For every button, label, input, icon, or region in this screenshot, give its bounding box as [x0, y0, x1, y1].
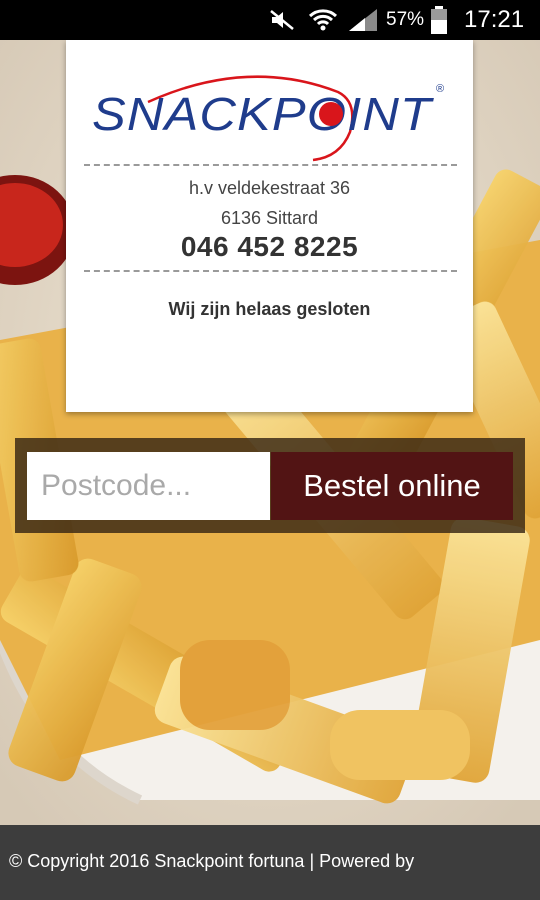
wifi-icon [308, 0, 338, 40]
divider [84, 164, 457, 166]
clock: 17:21 [464, 6, 525, 33]
status-bar: 57% 17:21 [0, 0, 540, 40]
signal-icon [347, 0, 381, 40]
receipt-card: SNACKPOINT ® h.v veldekestraat 36 6136 S… [66, 40, 473, 412]
battery-percent: 57% [386, 9, 425, 30]
mute-icon [268, 0, 298, 40]
svg-text:®: ® [436, 83, 444, 95]
postcode-input[interactable] [27, 452, 270, 520]
copyright-text: © Copyright 2016 Snackpoint fortuna | Po… [9, 851, 415, 871]
divider [84, 270, 457, 272]
address-line-1: h.v veldekestraat 36 [188, 178, 351, 198]
phone-number[interactable]: 046 452 8225 [66, 231, 473, 263]
opening-status: Wij zijn helaas gesloten [168, 299, 371, 319]
battery-icon [430, 0, 450, 40]
order-bar: Bestel online [15, 438, 525, 533]
order-online-button[interactable]: Bestel online [271, 452, 513, 520]
svg-text:SNACKPOINT: SNACKPOINT [92, 88, 434, 140]
footer: © Copyright 2016 Snackpoint fortuna | Po… [0, 825, 540, 900]
address-line-2: 6136 Sittard [220, 208, 319, 228]
